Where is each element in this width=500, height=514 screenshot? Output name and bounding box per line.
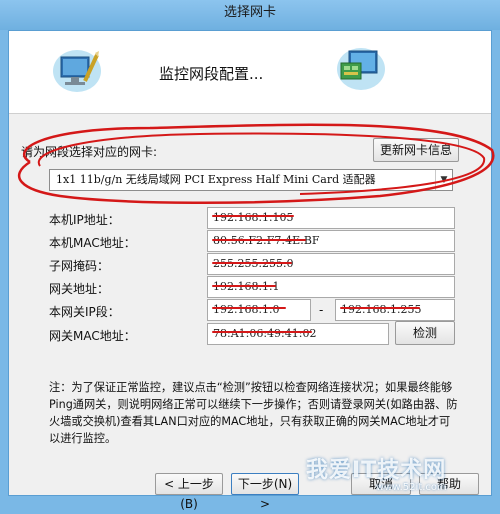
network-adapter-icon (335, 43, 387, 91)
redaction-mark (212, 239, 306, 241)
dialog-body: 监控网段配置... 请为网段选择对应的网卡: 更新网卡信息 1x1 11b/g/… (8, 30, 492, 511)
chevron-down-icon[interactable]: ▼ (435, 170, 452, 190)
window-title: 选择网卡 (223, 5, 276, 20)
watermark-url: www.52it.com (376, 482, 447, 493)
segment-start-field[interactable]: 192.168.1.0 (207, 299, 311, 321)
banner-title: 监控网段配置... (159, 65, 264, 83)
redaction-mark (340, 307, 420, 309)
subnet-mask-label: 子网掩码： (49, 259, 110, 273)
gateway-label: 网关地址： (49, 282, 110, 296)
detect-button[interactable]: 检测 (395, 321, 455, 345)
adapter-select-value: 1x1 11b/g/n 无线局域网 PCI Express Half Mini … (56, 173, 376, 186)
redaction-mark (212, 215, 294, 217)
refresh-adapter-button[interactable]: 更新网卡信息 (373, 138, 459, 162)
network-config-icon (51, 45, 103, 93)
adapter-prompt-label: 请为网段选择对应的网卡: (21, 145, 158, 159)
header-banner: 监控网段配置... (9, 31, 491, 114)
local-mac-field[interactable]: 80:56:F2:F7:4E:BF (207, 230, 455, 252)
back-button[interactable]: < 上一步(B) (155, 473, 223, 511)
local-mac-label: 本机MAC地址： (49, 236, 136, 250)
next-button[interactable]: 下一步(N) > (231, 473, 299, 511)
local-ip-label: 本机IP地址： (49, 213, 120, 227)
gateway-mac-field[interactable]: 78:A1:06:49:41:02 (207, 323, 389, 345)
redaction-mark (212, 262, 292, 264)
adapter-select[interactable]: 1x1 11b/g/n 无线局域网 PCI Express Half Mini … (49, 169, 453, 191)
local-ip-field[interactable]: 192.168.1.105 (207, 207, 455, 229)
window-title-bar: 选择网卡 (0, 0, 500, 30)
subnet-mask-field[interactable]: 255.255.255.0 (207, 253, 455, 275)
gateway-field[interactable]: 192.168.1.1 (207, 276, 455, 298)
redaction-mark (212, 285, 276, 287)
segment-end-field[interactable]: 192.168.1.255 (335, 299, 455, 321)
watermark-logo: 我爱IT技术网 (306, 458, 447, 483)
help-note: 注：为了保证正常监控，建议点击“检测”按钮以检查网络连接状况；如果最终能够Pin… (49, 381, 458, 445)
gateway-mac-label: 网关MAC地址： (49, 329, 136, 343)
redaction-mark (212, 331, 312, 333)
segment-separator: - (319, 303, 324, 317)
gateway-segment-label: 本网关IP段： (49, 305, 120, 319)
redaction-mark (212, 307, 286, 309)
